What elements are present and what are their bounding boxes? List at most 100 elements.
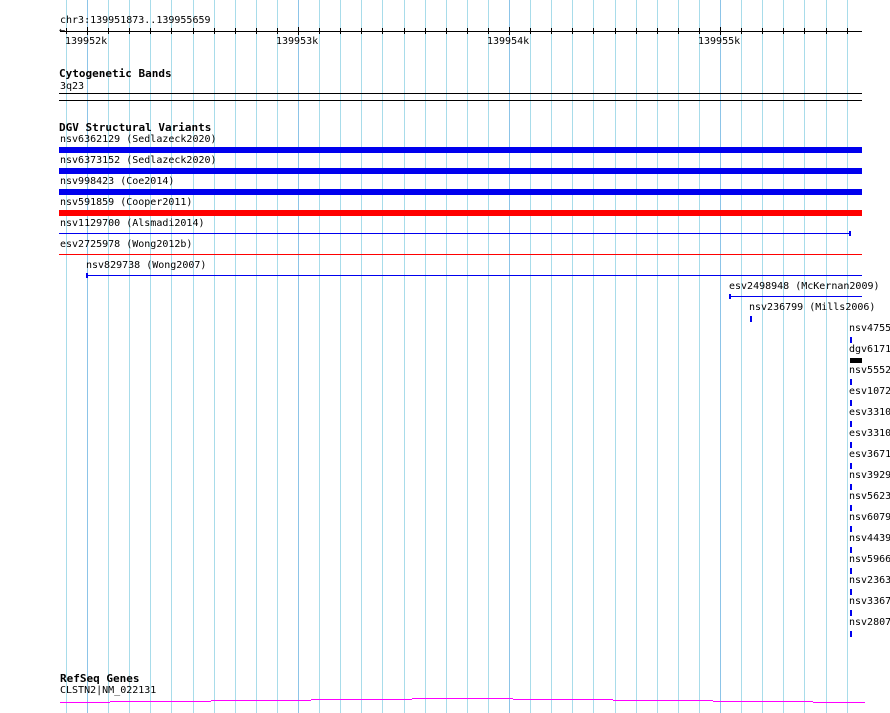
ruler-tick (66, 28, 67, 34)
variant-mark[interactable] (850, 568, 852, 574)
gene-segment[interactable] (60, 702, 110, 703)
grid-line (509, 0, 510, 713)
variant-mark[interactable] (850, 463, 852, 469)
variant-line[interactable] (86, 275, 862, 276)
variant-box[interactable] (850, 358, 862, 363)
variant-label[interactable]: esv3310 (849, 407, 890, 418)
variant-end[interactable] (849, 231, 851, 236)
ruler-tick (509, 27, 510, 35)
variant-label[interactable]: esv1072 (849, 386, 890, 397)
gene-segment[interactable] (813, 702, 865, 703)
variant-label[interactable]: nsv4439 (849, 533, 890, 544)
variant-label[interactable]: nsv5966 (849, 554, 890, 565)
variant-bar[interactable] (59, 147, 862, 153)
gene-label[interactable]: CLSTN2|NM_022131 (60, 685, 156, 696)
ruler-tick (762, 28, 763, 34)
ruler-tick (446, 28, 447, 34)
variant-mark[interactable] (850, 610, 852, 616)
variant-mark[interactable] (850, 631, 852, 637)
variant-mark[interactable] (850, 442, 852, 448)
variant-label[interactable]: nsv6079 (849, 512, 890, 523)
ruler-tick (277, 28, 278, 34)
variant-label[interactable]: esv3671 (849, 449, 890, 460)
variant-label[interactable]: nsv6373152 (Sedlazeck2020) (60, 155, 217, 166)
variant-line[interactable] (59, 233, 851, 234)
ruler-tick (699, 28, 700, 34)
variant-mark[interactable] (850, 400, 852, 406)
variant-label[interactable]: esv3310 (849, 428, 890, 439)
gene-segment[interactable] (311, 699, 412, 700)
ruler-tick (193, 28, 194, 34)
grid-line (171, 0, 172, 713)
arrow-left-icon[interactable]: ← (59, 25, 65, 36)
grid-line (319, 0, 320, 713)
grid-line (657, 0, 658, 713)
variant-label[interactable]: nsv5552 (849, 365, 890, 376)
variant-label[interactable]: nsv3367 (849, 596, 890, 607)
gene-segment[interactable] (110, 701, 211, 702)
variant-label[interactable]: esv2725978 (Wong2012b) (60, 239, 192, 250)
grid-line (593, 0, 594, 713)
grid-line (361, 0, 362, 713)
variant-label[interactable]: nsv2807 (849, 617, 890, 628)
grid-line (467, 0, 468, 713)
variant-label[interactable]: nsv829738 (Wong2007) (86, 260, 206, 271)
gene-segment[interactable] (513, 699, 613, 700)
variant-label[interactable]: nsv3929 (849, 470, 890, 481)
ruler-tick (615, 28, 616, 34)
variant-label[interactable]: nsv2363 (849, 575, 890, 586)
grid-line (762, 0, 763, 713)
variant-line[interactable] (59, 254, 862, 255)
variant-mark[interactable] (750, 316, 752, 322)
variant-mark[interactable] (850, 337, 852, 343)
variant-label[interactable]: esv2498948 (McKernan2009) (729, 281, 880, 292)
variant-mark[interactable] (850, 547, 852, 553)
ruler-tick (319, 28, 320, 34)
variant-label[interactable]: nsv998423 (Coe2014) (60, 176, 174, 187)
grid-line (87, 0, 88, 713)
variant-label[interactable]: nsv591859 (Cooper2011) (60, 197, 192, 208)
variant-label[interactable]: nsv1129700 (Alsmadi2014) (60, 218, 205, 229)
variant-bar[interactable] (59, 168, 862, 174)
ruler-tick (488, 28, 489, 34)
variant-mark[interactable] (850, 421, 852, 427)
ruler-tick (87, 27, 88, 35)
variant-label[interactable]: dgv6171 (849, 344, 890, 355)
ruler-tick (741, 28, 742, 34)
ruler-tick (467, 28, 468, 34)
region-label: chr3:139951873..139955659 (60, 15, 211, 26)
variant-end[interactable] (86, 273, 88, 278)
variant-mark[interactable] (850, 589, 852, 595)
variant-bar[interactable] (59, 210, 862, 216)
variant-mark[interactable] (850, 484, 852, 490)
grid-line (214, 0, 215, 713)
grid-line (446, 0, 447, 713)
variant-line[interactable] (729, 296, 862, 297)
variant-bar[interactable] (59, 189, 862, 195)
grid-line (108, 0, 109, 713)
grid-line (678, 0, 679, 713)
gene-segment[interactable] (412, 698, 513, 699)
grid-line (129, 0, 130, 713)
variant-mark[interactable] (850, 505, 852, 511)
ruler-tick (551, 28, 552, 34)
variant-label[interactable]: nsv4755 (849, 323, 890, 334)
variant-mark[interactable] (850, 526, 852, 532)
gene-segment[interactable] (613, 700, 713, 701)
grid-line (150, 0, 151, 713)
ruler-tick (636, 28, 637, 34)
tick-label: 139952k (65, 36, 108, 47)
ruler-tick (593, 28, 594, 34)
variant-label[interactable]: nsv236799 (Mills2006) (749, 302, 875, 313)
variant-end[interactable] (729, 294, 731, 299)
variant-mark[interactable] (850, 379, 852, 385)
variant-label[interactable]: nsv5623 (849, 491, 890, 502)
gene-segment[interactable] (211, 700, 311, 701)
gene-segment[interactable] (713, 701, 813, 702)
tick-label: 139953k (276, 36, 319, 47)
grid-line (720, 0, 721, 713)
ruler-tick (404, 28, 405, 34)
variant-label[interactable]: nsv6362129 (Sedlazeck2020) (60, 134, 217, 145)
ruler-tick (826, 28, 827, 34)
tick-label: 139954k (487, 36, 530, 47)
